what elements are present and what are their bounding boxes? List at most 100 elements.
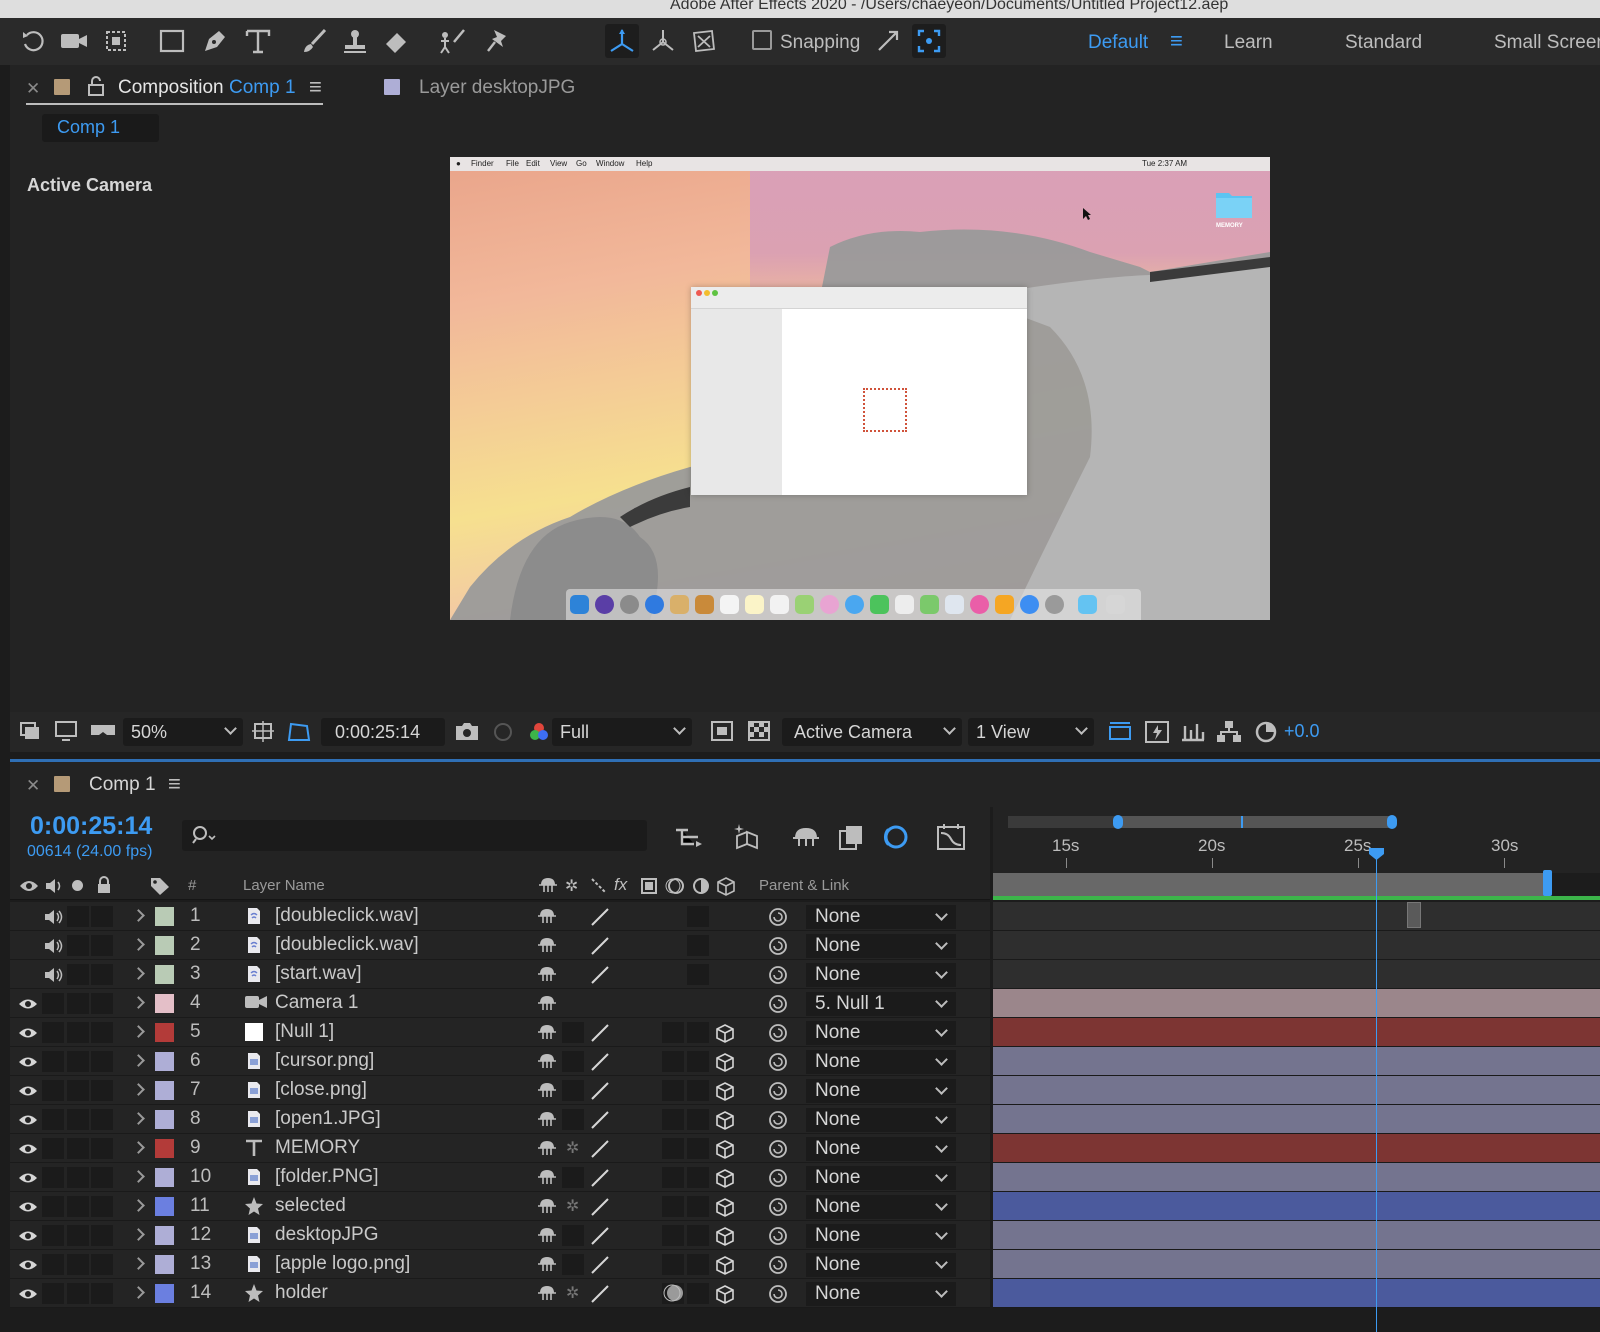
layer-duration-bar[interactable] <box>993 989 1600 1018</box>
pick-whip-icon[interactable] <box>768 1081 788 1101</box>
column-parent-link[interactable]: Parent & Link <box>759 877 849 894</box>
layer-duration-bar[interactable] <box>993 1192 1600 1221</box>
layer-row[interactable]: 11 selected ✲ None <box>10 1192 990 1221</box>
toggle-view-options-icon[interactable] <box>1107 720 1133 744</box>
brush-tool-icon[interactable] <box>297 24 331 58</box>
shy-switch-icon[interactable] <box>537 1081 557 1099</box>
collapse-switch[interactable] <box>562 1080 584 1101</box>
solo-toggle[interactable] <box>67 1051 89 1072</box>
quality-switch-icon[interactable] <box>590 1197 610 1217</box>
3d-layer-icon[interactable] <box>715 1255 735 1275</box>
comp-subtab[interactable]: Comp 1 <box>42 114 159 142</box>
eye-icon[interactable] <box>18 1286 38 1302</box>
label-color-swatch[interactable] <box>155 1052 174 1071</box>
motion-blur-switch[interactable] <box>662 1254 684 1275</box>
layer-row[interactable]: 8 [open1.JPG] None <box>10 1105 990 1134</box>
eye-icon[interactable] <box>18 1170 38 1186</box>
parent-link-dropdown[interactable]: None <box>806 1253 956 1277</box>
adjustment-switch[interactable] <box>687 1022 709 1043</box>
magnification-dropdown[interactable]: 50% <box>123 718 243 746</box>
pick-whip-icon[interactable] <box>768 1110 788 1130</box>
quality-switch-icon[interactable] <box>590 1023 610 1043</box>
eye-icon[interactable] <box>18 1141 38 1157</box>
adjustment-switch[interactable] <box>687 1254 709 1275</box>
collapse-switch[interactable] <box>562 1225 584 1246</box>
pick-whip-icon[interactable] <box>768 994 788 1014</box>
collapse-switch-icon[interactable]: ✲ <box>566 1283 579 1303</box>
layer-name[interactable]: [apple logo.png] <box>275 1253 410 1275</box>
layer-duration-bar[interactable] <box>993 1076 1600 1105</box>
layer-row[interactable]: 9 MEMORY ✲ None <box>10 1134 990 1163</box>
lock-toggle[interactable] <box>91 1109 113 1130</box>
local-axis-icon[interactable] <box>605 24 639 58</box>
audio-toggle[interactable] <box>42 1080 64 1101</box>
layer-name[interactable]: [close.png] <box>275 1079 367 1101</box>
expand-chevron-icon[interactable] <box>132 1054 145 1067</box>
layer-duration-bar[interactable] <box>993 1047 1600 1076</box>
layer-row[interactable]: 12 desktopJPG None <box>10 1221 990 1250</box>
motion-blur-switch[interactable] <box>662 1051 684 1072</box>
shy-switch-icon[interactable] <box>537 1284 557 1302</box>
timeline-tab[interactable]: Comp 1 <box>89 774 156 796</box>
shy-switch-icon[interactable] <box>537 994 557 1012</box>
solo-header-icon[interactable] <box>72 880 83 891</box>
adjustment-switch[interactable] <box>687 935 709 956</box>
solo-toggle[interactable] <box>67 906 89 927</box>
quality-switch-icon[interactable] <box>590 907 610 927</box>
layer-duration-bar[interactable] <box>993 1250 1600 1279</box>
roto-brush-icon[interactable] <box>435 24 469 58</box>
shy-switch-icon[interactable] <box>537 1023 557 1041</box>
quality-switch-icon[interactable] <box>590 965 610 985</box>
layer-name[interactable]: [start.wav] <box>275 963 362 985</box>
exposure-value[interactable]: +0.0 <box>1284 721 1320 742</box>
speaker-icon[interactable] <box>43 907 65 927</box>
lock-toggle[interactable] <box>91 993 113 1014</box>
lock-header-icon[interactable] <box>96 876 112 894</box>
close-timeline-icon[interactable]: ✕ <box>26 776 40 796</box>
label-color-swatch[interactable] <box>155 1139 174 1158</box>
puppet-pin-icon[interactable] <box>481 24 515 58</box>
vr-goggles-icon[interactable] <box>89 720 117 742</box>
collapse-switch[interactable] <box>562 1167 584 1188</box>
layer-name[interactable]: [open1.JPG] <box>275 1108 381 1130</box>
shy-switch-icon[interactable] <box>537 1197 557 1215</box>
quality-switch-icon[interactable] <box>590 1168 610 1188</box>
parent-link-dropdown[interactable]: None <box>806 1224 956 1248</box>
eye-icon[interactable] <box>18 1257 38 1273</box>
expand-chevron-icon[interactable] <box>132 1257 145 1270</box>
pick-whip-icon[interactable] <box>768 936 788 956</box>
parent-link-dropdown[interactable]: None <box>806 1021 956 1045</box>
workspace-menu-icon[interactable]: ≡ <box>1170 28 1183 54</box>
adjustment-switch[interactable] <box>687 964 709 985</box>
layer-duration-bar[interactable] <box>993 1221 1600 1250</box>
speaker-icon[interactable] <box>43 936 65 956</box>
current-time-field[interactable]: 0:00:25:14 <box>321 718 445 746</box>
parent-link-dropdown[interactable]: None <box>806 934 956 958</box>
shy-switch-icon[interactable] <box>537 1226 557 1244</box>
parent-link-dropdown[interactable]: None <box>806 963 956 987</box>
layer-duration-bar[interactable] <box>993 1163 1600 1192</box>
timeline-icon[interactable] <box>1180 720 1206 744</box>
layer-duration-bar[interactable] <box>993 902 1600 931</box>
audio-toggle[interactable] <box>42 1196 64 1217</box>
motion-blur-switch[interactable] <box>662 1022 684 1043</box>
eye-icon[interactable] <box>18 1112 38 1128</box>
layer-name[interactable]: [doubleclick.wav] <box>275 934 419 956</box>
3d-layer-icon[interactable] <box>715 1139 735 1159</box>
pick-whip-icon[interactable] <box>768 1284 788 1304</box>
parent-link-dropdown[interactable]: None <box>806 1282 956 1306</box>
column-layer-name[interactable]: Layer Name <box>243 877 325 894</box>
solo-toggle[interactable] <box>67 1283 89 1304</box>
lock-toggle[interactable] <box>91 964 113 985</box>
show-snapshot-icon[interactable] <box>490 720 516 742</box>
draft-3d-icon[interactable] <box>733 822 763 852</box>
adjustment-switch[interactable] <box>687 1225 709 1246</box>
view-layout-dropdown[interactable]: 1 View <box>968 718 1094 746</box>
comp-preview-frame[interactable]: ● Finder File Edit View Go Window Help T… <box>450 157 1270 620</box>
layer-name[interactable]: [cursor.png] <box>275 1050 374 1072</box>
layer-duration-bar[interactable] <box>993 1105 1600 1134</box>
pick-whip-icon[interactable] <box>768 1023 788 1043</box>
layer-row[interactable]: 14 holder ✲ None <box>10 1279 990 1308</box>
label-tag-icon[interactable] <box>149 876 171 896</box>
camera-tool-icon[interactable] <box>57 24 91 58</box>
